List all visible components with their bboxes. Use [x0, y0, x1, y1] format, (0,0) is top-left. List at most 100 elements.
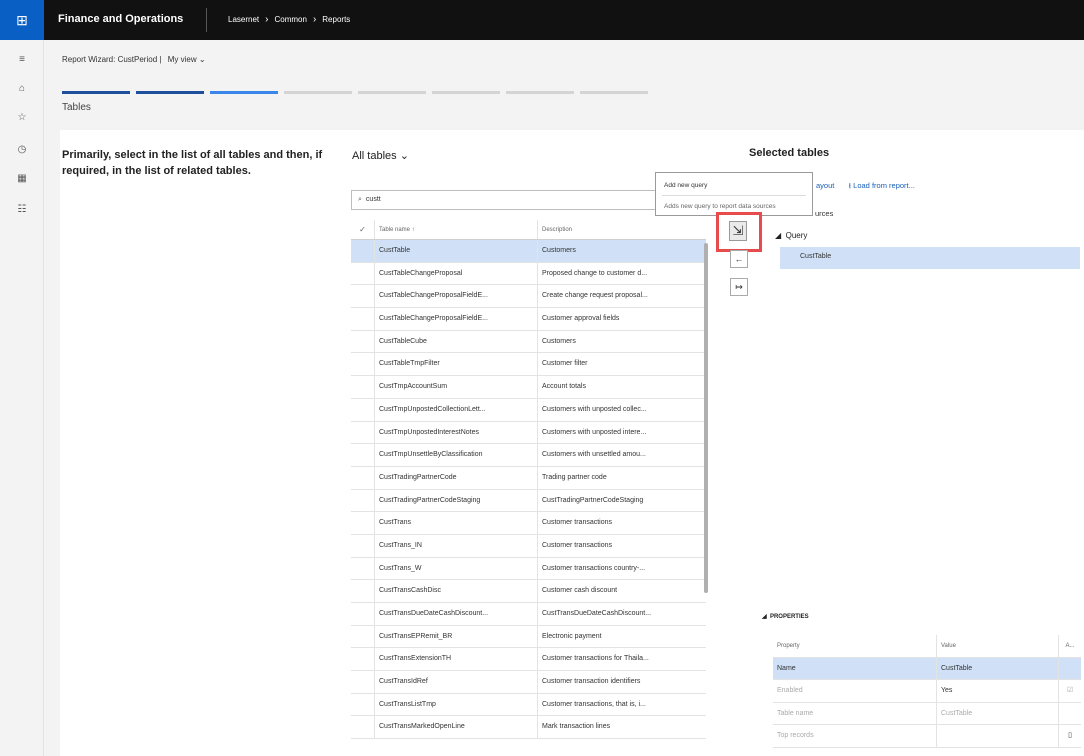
table-name-cell[interactable]: CustTmpUnsettleByClassification — [375, 444, 538, 466]
grid-scrollbar[interactable] — [704, 243, 708, 593]
table-row[interactable]: CustTransDueDateCashDiscount... CustTrans… — [351, 603, 706, 626]
table-name-cell[interactable]: CustTableChangeProposalFieldE... — [375, 285, 538, 308]
table-name-cell[interactable]: CustTable — [375, 240, 538, 262]
description-cell[interactable]: Trading partner code — [538, 467, 698, 489]
table-name-cell[interactable]: CustTransListTmp — [375, 693, 538, 716]
table-row[interactable]: CustTransCashDisc Customer cash discount — [351, 580, 706, 603]
breadcrumb-item-common[interactable]: Common — [274, 15, 306, 24]
table-name-cell[interactable]: CustTransExtensionTH — [375, 648, 538, 671]
description-cell[interactable]: Customers with unposted collec... — [538, 399, 698, 421]
select-all-checkmark-icon[interactable]: ✓ — [351, 220, 375, 239]
table-name-cell[interactable]: CustTransEPRemit_BR — [375, 625, 538, 648]
description-cell[interactable]: Customer transactions — [538, 512, 698, 534]
checkbox-icon[interactable]: ☑ — [1059, 680, 1081, 702]
table-row[interactable]: CustTrans_W Customer transactions country… — [351, 557, 706, 581]
column-header-value[interactable]: Value — [937, 635, 1059, 657]
row-select-cell[interactable] — [351, 489, 375, 512]
layout-link[interactable]: ayout — [816, 181, 834, 190]
property-value[interactable]: Yes — [937, 680, 1059, 702]
description-cell[interactable]: Account totals — [538, 376, 698, 398]
column-header-description[interactable]: Description — [538, 220, 698, 239]
table-row[interactable]: CustTradingPartnerCode Trading partner co… — [351, 466, 706, 490]
all-tables-dropdown[interactable]: All tables ⌄ — [352, 149, 409, 162]
table-row[interactable]: CustTransEPRemit_BR Electronic payment — [351, 625, 706, 649]
breadcrumb-item-lasernet[interactable]: Lasernet — [228, 15, 259, 24]
description-cell[interactable]: Customer transaction identifiers — [538, 671, 698, 693]
row-select-cell[interactable] — [351, 557, 375, 580]
row-select-cell[interactable] — [351, 716, 375, 739]
description-cell[interactable]: Customer cash discount — [538, 580, 698, 602]
row-select-cell[interactable] — [351, 398, 375, 421]
table-row[interactable]: CustTrans Customer transactions — [351, 512, 706, 535]
table-name-cell[interactable]: CustTableTmpFilter — [375, 353, 538, 376]
load-from-report-link[interactable]: ⭳ Load from report... — [848, 181, 914, 190]
table-name-cell[interactable]: CustTmpUnpostedInterestNotes — [375, 421, 538, 444]
table-row[interactable]: CustTable Customers — [351, 240, 706, 263]
column-header-property[interactable]: Property — [773, 635, 937, 657]
row-select-cell[interactable] — [351, 308, 375, 330]
table-row[interactable]: CustTmpUnpostedInterestNotes Customers wi… — [351, 421, 706, 445]
property-row-top-records[interactable]: Top records ▯ — [773, 725, 1081, 748]
home-icon[interactable]: ⌂ — [0, 83, 44, 94]
description-cell[interactable]: Customers with unposted intere... — [538, 422, 698, 444]
list-icon[interactable]: ☷ — [0, 204, 44, 215]
my-view-dropdown[interactable]: My view ⌄ — [168, 55, 206, 64]
table-name-cell[interactable]: CustTransDueDateCashDiscount... — [375, 603, 538, 625]
row-select-cell[interactable] — [351, 240, 375, 262]
table-name-cell[interactable]: CustTransCashDisc — [375, 580, 538, 602]
column-header-table-name[interactable]: Table name ↑ — [375, 220, 538, 239]
description-cell[interactable]: Customers — [538, 331, 698, 353]
table-name-cell[interactable]: CustTableChangeProposalFieldE... — [375, 308, 538, 330]
description-cell[interactable]: Customer transactions for Thaila... — [538, 648, 698, 670]
table-row[interactable]: CustTableTmpFilter Customer filter — [351, 353, 706, 377]
table-name-cell[interactable]: CustTableCube — [375, 330, 538, 353]
row-select-cell[interactable] — [351, 466, 375, 489]
description-cell[interactable]: Mark transaction lines — [538, 716, 698, 738]
description-cell[interactable]: Customer transactions — [538, 535, 698, 557]
table-row[interactable]: CustTableChangeProposalFieldE... Customer… — [351, 308, 706, 331]
table-name-cell[interactable]: CustTableChangeProposal — [375, 262, 538, 285]
tree-node-query[interactable]: ◢ Query — [775, 231, 807, 240]
description-cell[interactable]: Electronic payment — [538, 626, 698, 648]
waffle-icon[interactable]: ⊞ — [0, 0, 44, 40]
row-select-cell[interactable] — [351, 534, 375, 557]
table-name-cell[interactable]: CustTrans_IN — [375, 534, 538, 557]
table-row[interactable]: CustTableCube Customers — [351, 330, 706, 354]
property-row-table-name[interactable]: Table name CustTable — [773, 702, 1081, 725]
table-name-cell[interactable]: CustTradingPartnerCode — [375, 466, 538, 489]
description-cell[interactable]: Create change request proposal... — [538, 285, 698, 307]
star-icon[interactable]: ☆ — [0, 112, 44, 123]
table-row[interactable]: CustTableChangeProposalFieldE... Create c… — [351, 285, 706, 309]
row-select-cell[interactable] — [351, 421, 375, 444]
row-select-cell[interactable] — [351, 330, 375, 353]
table-name-cell[interactable]: CustTmpUnpostedCollectionLett... — [375, 398, 538, 421]
description-cell[interactable]: CustTradingPartnerCodeStaging — [538, 490, 698, 512]
row-select-cell[interactable] — [351, 580, 375, 602]
add-query-button[interactable]: ⇲ — [729, 221, 747, 241]
table-row[interactable]: CustTransMarkedOpenLine Mark transaction … — [351, 716, 706, 740]
row-select-cell[interactable] — [351, 444, 375, 466]
clock-icon[interactable]: ◷ — [0, 144, 44, 155]
row-select-cell[interactable] — [351, 285, 375, 308]
description-cell[interactable]: CustTransDueDateCashDiscount... — [538, 603, 698, 625]
table-name-cell[interactable]: CustTmpAccountSum — [375, 376, 538, 398]
property-row-name[interactable]: Name CustTable — [773, 657, 1081, 680]
breadcrumb-item-reports[interactable]: Reports — [322, 15, 350, 24]
properties-header[interactable]: ◢ PROPERTIES — [762, 613, 809, 620]
description-cell[interactable]: Customers — [538, 240, 698, 262]
table-name-cell[interactable]: CustTransIdRef — [375, 671, 538, 693]
table-row[interactable]: CustTransIdRef Customer transaction ident… — [351, 671, 706, 694]
row-select-cell[interactable] — [351, 671, 375, 693]
property-value[interactable]: CustTable — [937, 657, 1059, 679]
table-row[interactable]: CustTradingPartnerCodeStaging CustTrading… — [351, 489, 706, 513]
grid-icon[interactable]: ▦ — [0, 173, 44, 184]
table-search-input[interactable]: ⌕ custt — [351, 190, 691, 210]
table-name-cell[interactable]: CustTrans_W — [375, 557, 538, 580]
table-row[interactable]: CustTmpUnpostedCollectionLett... Customer… — [351, 398, 706, 422]
description-cell[interactable]: Proposed change to customer d... — [538, 263, 698, 285]
description-cell[interactable]: Customer transactions country-... — [538, 558, 698, 580]
description-cell[interactable]: Customer transactions, that is, i... — [538, 694, 698, 716]
table-name-cell[interactable]: CustTradingPartnerCodeStaging — [375, 489, 538, 512]
app-title[interactable]: Finance and Operations — [58, 13, 183, 25]
table-row[interactable]: CustTransExtensionTH Customer transaction… — [351, 648, 706, 672]
